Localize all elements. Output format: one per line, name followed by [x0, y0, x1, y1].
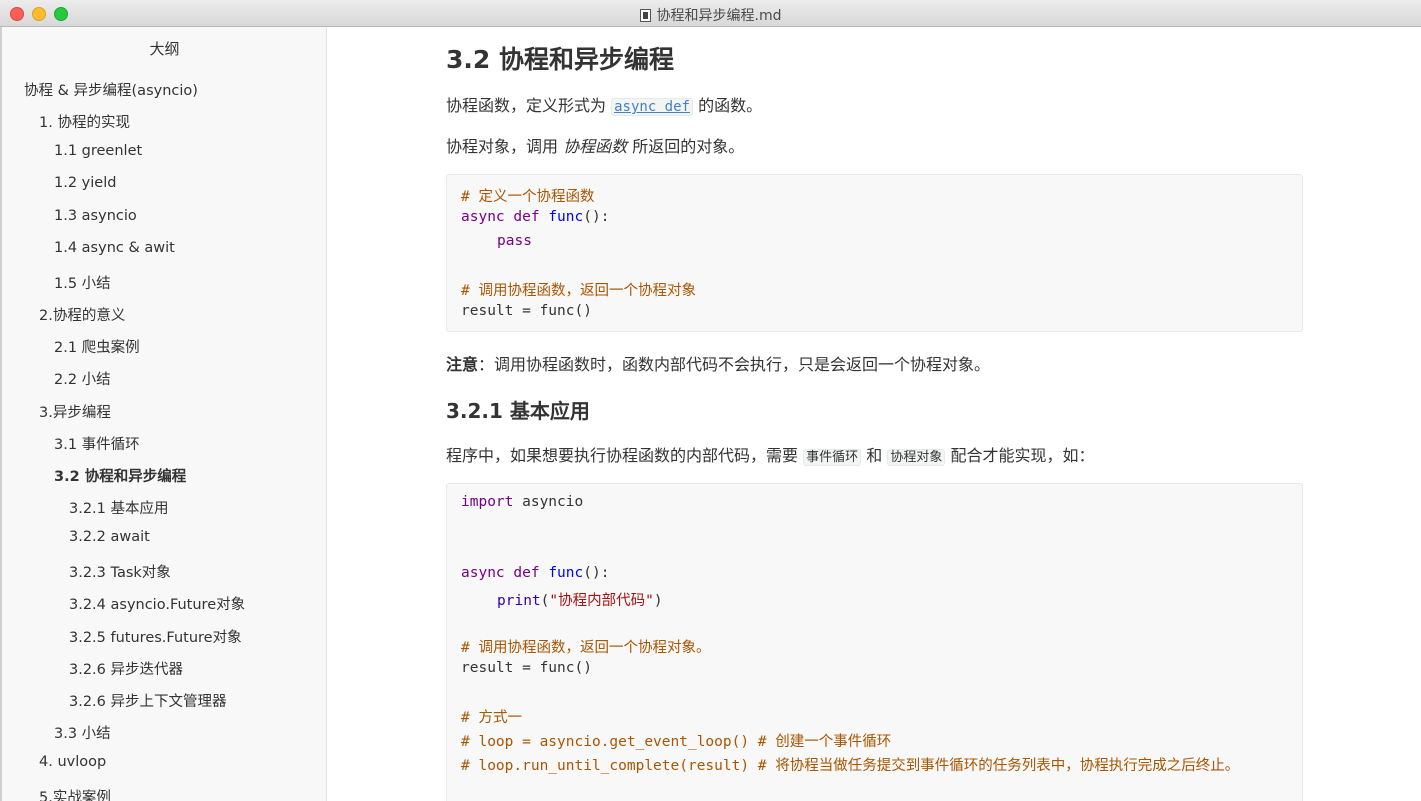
async-def-link[interactable]: async def	[611, 98, 693, 116]
outline-item[interactable]: 2.2 小结	[54, 368, 111, 389]
p3-text-mid: 和	[866, 446, 883, 465]
code-line: # 调用协程函数，返回一个协程对象。	[461, 640, 711, 656]
code-line: result = func()	[461, 660, 592, 676]
paragraph-note: 注意：调用协程函数时，函数内部代码不会执行，只是会返回一个协程对象。	[446, 351, 990, 375]
document-editor[interactable]: 3.2 协程和异步编程 协程函数，定义形式为 async def 的函数。 协程…	[328, 27, 1421, 801]
code-punct: ():	[583, 209, 610, 225]
outline-item[interactable]: 1.5 小结	[54, 272, 111, 293]
p3-text-before: 程序中，如果想要执行协程函数的内部代码，需要	[446, 446, 799, 465]
paragraph-coroutine-function: 协程函数，定义形式为 async def 的函数。	[446, 92, 762, 116]
outline-sidebar: 大纲 协程 & 异步编程(asyncio) 1. 协程的实现 1.1 greenle…	[0, 27, 327, 801]
outline-item[interactable]: 5.实战案例	[39, 786, 111, 801]
code-line: # loop.run_until_complete(result) # 将协程当…	[461, 758, 1240, 774]
note-text: ：调用协程函数时，函数内部代码不会执行，只是会返回一个协程对象。	[478, 355, 991, 374]
code-line: # 调用协程函数，返回一个协程对象	[461, 283, 696, 299]
code-line: pass	[497, 233, 532, 249]
outline-item[interactable]: 3.3 小结	[54, 722, 111, 743]
outline-item[interactable]: 协程 & 异步编程(asyncio)	[24, 79, 198, 100]
document-icon	[639, 9, 651, 22]
code-line: import asyncio	[461, 494, 583, 510]
outline-item[interactable]: 3.2.6 异步迭代器	[69, 658, 183, 679]
builtin: print	[497, 593, 541, 609]
p2-emphasis: 协程函数	[563, 137, 628, 156]
outline-item[interactable]: 2.1 爬虫案例	[54, 336, 140, 357]
code-punct: ():	[583, 565, 610, 581]
function-name: func	[548, 209, 584, 225]
outline-item[interactable]: 3.1 事件循环	[54, 433, 140, 454]
p1-text-after: 的函数。	[698, 96, 763, 115]
window-title: 协程和异步编程.md	[0, 5, 1421, 25]
outline-item[interactable]: 3.2.3 Task对象	[69, 561, 171, 582]
outline-item[interactable]: 3.2.1 基本应用	[69, 497, 169, 518]
outline-item[interactable]: 3.2.5 futures.Future对象	[69, 626, 242, 647]
note-label: 注意	[446, 355, 479, 374]
function-name: func	[548, 565, 584, 581]
code-punct: )	[653, 593, 663, 609]
code-text: asyncio	[513, 494, 584, 510]
string-literal: "协程内部代码"	[549, 593, 654, 609]
p2-text-after: 所返回的对象。	[632, 137, 745, 156]
outline-title: 大纲	[149, 40, 180, 58]
code-line: result = func()	[461, 303, 592, 319]
code-line: print("协程内部代码")	[497, 589, 663, 610]
keyword: import	[461, 494, 514, 510]
outline-item[interactable]: 1. 协程的实现	[39, 111, 130, 132]
outline-item[interactable]: 3.异步编程	[39, 401, 111, 422]
outline-item[interactable]: 1.3 asyncio	[54, 208, 137, 224]
heading-3-2-1: 3.2.1 基本应用	[446, 399, 590, 423]
paragraph-basic-usage: 程序中，如果想要执行协程函数的内部代码，需要 事件循环 和 协程对象 配合才能实…	[446, 442, 1094, 466]
p1-text-before: 协程函数，定义形式为	[446, 96, 607, 115]
outline-item[interactable]: 1.1 greenlet	[54, 143, 142, 159]
keyword: async def	[461, 565, 540, 581]
outline-item[interactable]: 3.2.4 asyncio.Future对象	[69, 593, 245, 614]
outline-item[interactable]: 3.2 协程和异步编程	[54, 465, 186, 486]
code-line: async def func():	[461, 209, 609, 225]
code-block-1[interactable]: # 定义一个协程函数 async def func(): pass # 调用协程…	[446, 174, 1303, 332]
code-block-2[interactable]: import asyncio async def func(): print("…	[446, 483, 1303, 801]
title-bar: 协程和异步编程.md	[0, 0, 1421, 27]
outline-item[interactable]: 3.2.6 异步上下文管理器	[69, 690, 227, 711]
outline-item[interactable]: 1.2 yield	[54, 175, 116, 191]
p3-text-after: 配合才能实现，如：	[950, 446, 1095, 465]
inline-code-coroutine-object: 协程对象	[887, 449, 946, 466]
code-line: # 定义一个协程函数	[461, 189, 595, 205]
inline-code-event-loop: 事件循环	[803, 449, 862, 466]
keyword: async def	[461, 209, 540, 225]
outline-item[interactable]: 4. uvloop	[39, 754, 106, 770]
p2-text-before: 协程对象，调用	[446, 137, 559, 156]
code-line: # loop = asyncio.get_event_loop() # 创建一个…	[461, 734, 892, 750]
paragraph-coroutine-object: 协程对象，调用 协程函数 所返回的对象。	[446, 133, 744, 157]
outline-item[interactable]: 2.协程的意义	[39, 304, 125, 325]
outline-item[interactable]: 1.4 async & awit	[54, 240, 175, 256]
code-line: async def func():	[461, 565, 609, 581]
heading-3-2: 3.2 协程和异步编程	[446, 45, 674, 74]
window-title-text: 协程和异步编程.md	[656, 8, 782, 24]
code-line: # 方式一	[461, 710, 522, 726]
outline-item[interactable]: 3.2.2 await	[69, 529, 150, 545]
